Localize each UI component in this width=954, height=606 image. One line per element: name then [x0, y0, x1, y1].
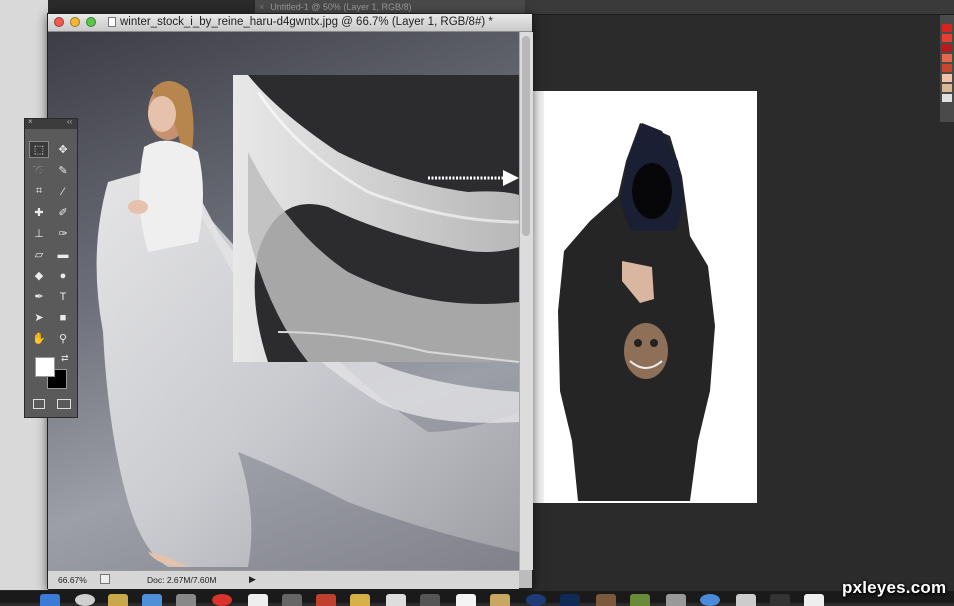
history-brush-icon[interactable]: ✑ — [53, 225, 73, 242]
swap-colors-icon[interactable]: ⇄ — [61, 353, 69, 364]
untitled-canvas[interactable] — [530, 91, 757, 503]
app-icon[interactable] — [420, 594, 440, 606]
eyedropper-icon[interactable]: ⁄ — [53, 183, 73, 200]
app-icon[interactable] — [456, 594, 476, 606]
tab-close-icon[interactable]: × — [259, 2, 264, 12]
app-icon[interactable] — [212, 594, 232, 606]
foreground-color-swatch[interactable] — [35, 357, 55, 377]
close-button[interactable] — [54, 17, 64, 27]
crop-icon[interactable]: ⌗ — [29, 183, 49, 200]
healing-icon[interactable]: ✚ — [29, 204, 49, 221]
quick-select-icon[interactable]: ✎ — [53, 162, 73, 179]
app-icon[interactable] — [736, 594, 756, 606]
swatch[interactable] — [942, 84, 952, 92]
screen-mode-icon[interactable] — [57, 399, 71, 409]
window-title: winter_stock_i_by_reine_haru-d4gwntx.jpg… — [120, 16, 493, 28]
quick-mask-icon[interactable] — [33, 399, 45, 409]
type-icon[interactable]: T — [53, 288, 73, 305]
move-icon[interactable]: ✥ — [53, 141, 73, 158]
app-icon[interactable] — [248, 594, 268, 606]
zoom-icon[interactable]: ⚲ — [53, 330, 73, 347]
zoom-level[interactable]: 66.67% — [58, 575, 87, 585]
document-window[interactable]: winter_stock_i_by_reine_haru-d4gwntx.jpg… — [47, 13, 533, 589]
app-icon[interactable] — [176, 594, 196, 606]
vertical-scrollbar[interactable] — [519, 32, 533, 570]
stamp-icon[interactable]: ⊥ — [29, 225, 49, 242]
hand-icon[interactable]: ✋ — [29, 330, 49, 347]
app-icon[interactable] — [804, 594, 824, 606]
app-icon[interactable] — [666, 594, 686, 606]
app-icon[interactable] — [630, 594, 650, 606]
swatch[interactable] — [942, 34, 952, 42]
swatches-panel[interactable] — [940, 0, 954, 122]
app-icon[interactable] — [316, 594, 336, 606]
app-icon[interactable] — [526, 594, 546, 606]
tab-untitled[interactable]: × Untitled-1 @ 50% (Layer 1, RGB/8) — [255, 0, 525, 14]
swatch[interactable] — [942, 94, 952, 102]
status-arrow-icon[interactable]: ▶ — [249, 574, 256, 585]
brush-icon[interactable]: ✐ — [53, 204, 73, 221]
app-icon[interactable] — [282, 594, 302, 606]
status-menu-icon[interactable] — [100, 574, 110, 584]
panel-close-icon[interactable]: × — [28, 117, 33, 126]
swatch[interactable] — [942, 54, 952, 62]
zoom-button[interactable] — [86, 17, 96, 27]
finder-icon[interactable] — [40, 594, 60, 606]
app-icon[interactable] — [386, 594, 406, 606]
path-select-icon[interactable]: ➤ — [29, 309, 49, 326]
lasso-icon[interactable]: ➰ — [29, 162, 49, 179]
canvas-image — [96, 75, 519, 567]
tools-panel-header[interactable]: × ‹‹ — [25, 117, 77, 129]
watermark: pxleyes.com — [842, 578, 947, 597]
resize-handle[interactable] — [519, 570, 532, 588]
blur-icon[interactable]: ◆ — [29, 267, 49, 284]
dodge-icon[interactable]: ● — [53, 267, 73, 284]
shape-icon[interactable]: ■ — [53, 309, 73, 326]
doc-size-info: Doc: 2.67M/7.60M — [147, 575, 217, 585]
scroll-thumb[interactable] — [522, 36, 530, 236]
window-titlebar[interactable]: winter_stock_i_by_reine_haru-d4gwntx.jpg… — [48, 14, 532, 32]
app-icon[interactable] — [770, 594, 790, 606]
app-icon[interactable] — [490, 594, 510, 606]
swatch[interactable] — [942, 64, 952, 72]
photoshop-icon[interactable] — [560, 594, 580, 606]
collapse-icon[interactable]: ‹‹ — [67, 117, 72, 126]
app-icon[interactable] — [350, 594, 370, 606]
pen-icon[interactable]: ✒ — [29, 288, 49, 305]
minimize-button[interactable] — [70, 17, 80, 27]
hooded-figure-image — [530, 91, 715, 503]
gradient-icon[interactable]: ▬ — [53, 246, 73, 263]
app-icon[interactable] — [75, 594, 95, 606]
tab-label: Untitled-1 @ 50% (Layer 1, RGB/8) — [270, 2, 412, 12]
document-icon — [108, 17, 116, 27]
tools-panel[interactable]: × ‹‹ ⬚ ✥ ➰ ✎ ⌗ ⁄ ✚ ✐ ⊥ ✑ ▱ ▬ ◆ ● ✒ T ➤ ■ ✋ ⚲ ⇄ — [24, 117, 78, 418]
app-icon[interactable] — [142, 594, 162, 606]
status-bar: 66.67% Doc: 2.67M/7.60M ▶ — [48, 570, 519, 589]
app-icon[interactable] — [108, 594, 128, 606]
document-canvas[interactable] — [48, 32, 519, 570]
marquee-icon[interactable]: ⬚ — [29, 141, 49, 158]
swatch[interactable] — [942, 74, 952, 82]
eraser-icon[interactable]: ▱ — [29, 246, 49, 263]
app-icon[interactable] — [700, 594, 720, 606]
swatch[interactable] — [942, 44, 952, 52]
app-icon[interactable] — [596, 594, 616, 606]
swatch[interactable] — [942, 24, 952, 32]
